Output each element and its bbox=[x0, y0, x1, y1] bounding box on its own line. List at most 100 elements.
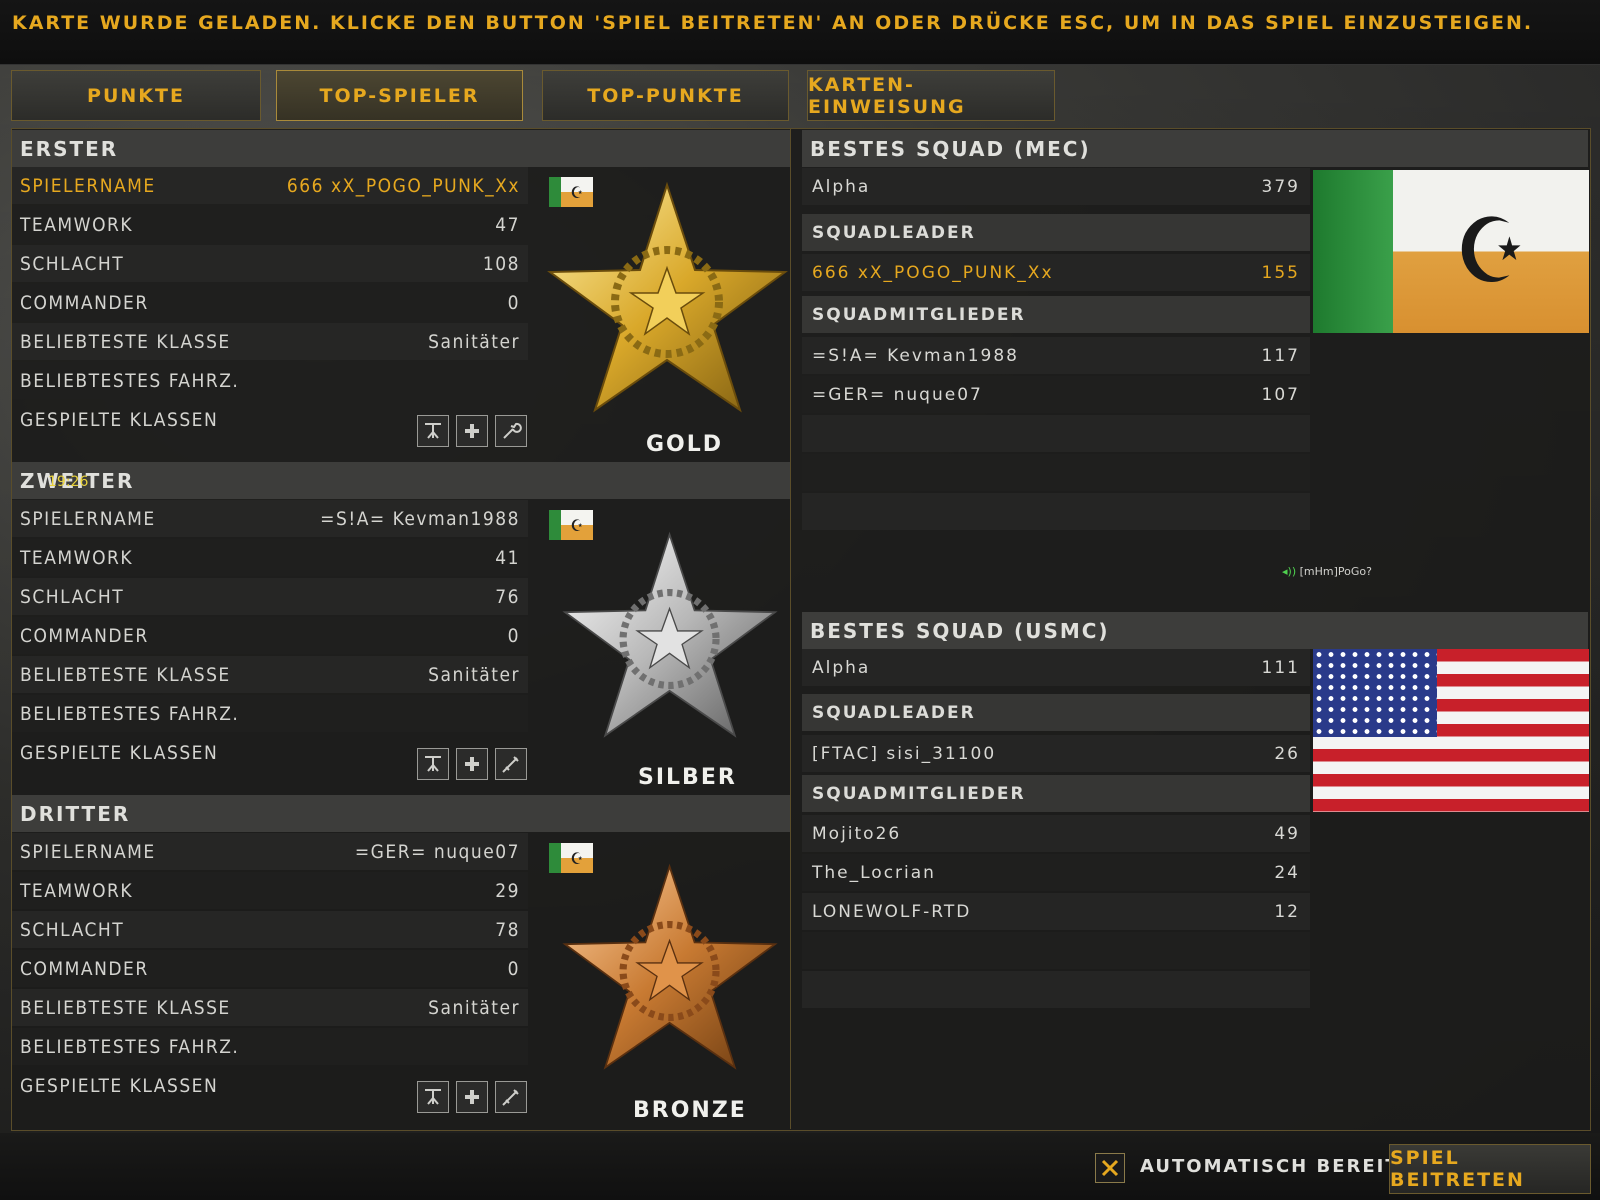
panel-divider bbox=[790, 128, 791, 1129]
squad-mec-leader-label: SQUADLEADER bbox=[802, 214, 1310, 251]
squad-usmc-member-name: LONEWOLF-RTD bbox=[812, 901, 972, 922]
label-teamwork: TEAMWORK bbox=[20, 213, 134, 236]
engineer-class-icon bbox=[417, 415, 449, 447]
player1-schlacht: 108 bbox=[482, 252, 520, 275]
player3-klasse-row: BELIEBTESTE KLASSE Sanitäter bbox=[12, 989, 528, 1026]
usa-flag-icon bbox=[1313, 649, 1589, 812]
squad-mec-name-row: Alpha 379 bbox=[802, 168, 1310, 205]
label-fahrz: BELIEBTESTES FAHRZ. bbox=[20, 369, 240, 392]
squad-mec-member-score: 107 bbox=[1261, 384, 1300, 405]
tab-top-spieler[interactable]: TOP-SPIELER bbox=[276, 70, 523, 121]
squad-usmc-heading: BESTES SQUAD (USMC) bbox=[802, 612, 1588, 649]
rank-heading-second: ZWEITER bbox=[12, 462, 790, 499]
player2-name-row: SPIELERNAME =S!A= Kevman1988 bbox=[12, 500, 528, 537]
player3-class-icons bbox=[417, 1081, 527, 1113]
label-commander: COMMANDER bbox=[20, 624, 149, 647]
player2-teamwork: 41 bbox=[495, 546, 520, 569]
engineer-class-icon bbox=[417, 748, 449, 780]
medal-label-bronze: BRONZE bbox=[633, 1098, 747, 1123]
label-gespielt: GESPIELTE KLASSEN bbox=[20, 1075, 219, 1097]
player2-class-icons bbox=[417, 748, 527, 780]
squad-mec-score: 379 bbox=[1261, 176, 1300, 197]
player2-klasse-row: BELIEBTESTE KLASSE Sanitäter bbox=[12, 656, 528, 693]
squad-mec-member-row: =S!A= Kevman1988 117 bbox=[802, 337, 1310, 374]
player2-schlacht-row: SCHLACHT 76 bbox=[12, 578, 528, 615]
label-schlacht: SCHLACHT bbox=[20, 918, 125, 941]
squad-mec-members-label: SQUADMITGLIEDER bbox=[802, 296, 1310, 333]
label-spielername: SPIELERNAME bbox=[20, 507, 156, 530]
squad-mec-member-score: 117 bbox=[1261, 345, 1300, 366]
squad-usmc-score: 111 bbox=[1261, 657, 1300, 678]
label-fahrz: BELIEBTESTES FAHRZ. bbox=[20, 1035, 240, 1058]
player1-name: 666 xX_POGO_PUNK_Xx bbox=[286, 174, 520, 197]
player1-name-row: SPIELERNAME 666 xX_POGO_PUNK_Xx bbox=[12, 167, 528, 204]
medic-class-icon bbox=[456, 748, 488, 780]
medic-class-icon bbox=[456, 415, 488, 447]
player3-name: =GER= nuque07 bbox=[354, 840, 520, 863]
label-spielername: SPIELERNAME bbox=[20, 174, 156, 197]
label-commander: COMMANDER bbox=[20, 957, 149, 980]
player2-commander-row: COMMANDER 0 bbox=[12, 617, 528, 654]
player3-name-row: SPIELERNAME =GER= nuque07 bbox=[12, 833, 528, 870]
medic-class-icon bbox=[456, 1081, 488, 1113]
auto-ready-checkbox[interactable] bbox=[1095, 1153, 1125, 1183]
round-timer: 19:26 bbox=[48, 474, 89, 490]
join-game-button[interactable]: SPIEL BEITRETEN bbox=[1389, 1144, 1591, 1194]
player3-teamwork: 29 bbox=[495, 879, 520, 902]
player3-commander: 0 bbox=[507, 957, 520, 980]
player3-schlacht-row: SCHLACHT 78 bbox=[12, 911, 528, 948]
player2-fahrz-row: BELIEBTESTES FAHRZ. bbox=[12, 695, 528, 732]
tab-punkte[interactable]: PUNKTE bbox=[11, 70, 261, 121]
squad-usmc-member-name: The_Locrian bbox=[812, 862, 936, 883]
label-klasse: BELIEBTESTE KLASSE bbox=[20, 996, 231, 1019]
player2-klasse: Sanitäter bbox=[428, 663, 520, 686]
rank-heading-third: DRITTER bbox=[12, 795, 790, 832]
label-klasse: BELIEBTESTE KLASSE bbox=[20, 330, 231, 353]
player2-teamwork-row: TEAMWORK 41 bbox=[12, 539, 528, 576]
squad-usmc-member-score: 49 bbox=[1274, 823, 1300, 844]
player3-klasse: Sanitäter bbox=[428, 996, 520, 1019]
engineer-class-icon bbox=[417, 1081, 449, 1113]
medal-label-gold: GOLD bbox=[646, 432, 724, 457]
voice-speaker-name: [mHm]PoGo? bbox=[1299, 565, 1372, 578]
squad-mec-empty-row bbox=[802, 493, 1310, 530]
status-message: KARTE WURDE GELADEN. KLICKE DEN BUTTON '… bbox=[12, 12, 1534, 34]
player3-commander-row: COMMANDER 0 bbox=[12, 950, 528, 987]
player1-fahrz-row: BELIEBTESTES FAHRZ. bbox=[12, 362, 528, 399]
checkmark-x-icon bbox=[1101, 1159, 1119, 1177]
label-gespielt: GESPIELTE KLASSEN bbox=[20, 742, 219, 764]
player2-commander: 0 bbox=[507, 624, 520, 647]
squad-usmc-leader-label: SQUADLEADER bbox=[802, 694, 1310, 731]
squad-mec-empty-row bbox=[802, 454, 1310, 491]
player1-klasse: Sanitäter bbox=[428, 330, 520, 353]
player3-teamwork-row: TEAMWORK 29 bbox=[12, 872, 528, 909]
label-spielername: SPIELERNAME bbox=[20, 840, 156, 863]
rifle-class-icon bbox=[495, 1081, 527, 1113]
squad-mec-name: Alpha bbox=[812, 176, 871, 197]
squad-usmc-empty-row bbox=[802, 971, 1310, 1008]
tab-top-punkte[interactable]: TOP-PUNKTE bbox=[542, 70, 789, 121]
squad-usmc-leader-row: [FTAC] sisi_31100 26 bbox=[802, 735, 1310, 772]
player3-schlacht: 78 bbox=[495, 918, 520, 941]
player1-commander-row: COMMANDER 0 bbox=[12, 284, 528, 321]
auto-ready-label[interactable]: AUTOMATISCH BEREIT bbox=[1140, 1156, 1400, 1177]
medal-label-silber: SILBER bbox=[638, 765, 737, 790]
player1-schlacht-row: SCHLACHT 108 bbox=[12, 245, 528, 282]
squad-usmc-leader-name: [FTAC] sisi_31100 bbox=[812, 743, 997, 764]
player1-class-icons bbox=[417, 415, 527, 447]
squad-mec-leader-row: 666 xX_POGO_PUNK_Xx 155 bbox=[802, 254, 1310, 291]
top-message-bar: KARTE WURDE GELADEN. KLICKE DEN BUTTON '… bbox=[0, 0, 1600, 65]
player3-fahrz-row: BELIEBTESTES FAHRZ. bbox=[12, 1028, 528, 1065]
squad-usmc-member-row: LONEWOLF-RTD 12 bbox=[802, 893, 1310, 930]
player2-name: =S!A= Kevman1988 bbox=[320, 507, 520, 530]
player1-commander: 0 bbox=[507, 291, 520, 314]
voice-chat-indicator: ◂)) [mHm]PoGo? bbox=[1282, 565, 1372, 578]
tab-karten-einweisung[interactable]: KARTEN-EINWEISUNG bbox=[807, 70, 1055, 121]
squad-usmc-member-name: Mojito26 bbox=[812, 823, 902, 844]
label-fahrz: BELIEBTESTES FAHRZ. bbox=[20, 702, 240, 725]
player1-teamwork: 47 bbox=[495, 213, 520, 236]
squad-mec-leader-score: 155 bbox=[1261, 262, 1300, 283]
squad-mec-leader-name: 666 xX_POGO_PUNK_Xx bbox=[812, 262, 1054, 283]
mec-flag-icon: ☪ bbox=[1313, 170, 1589, 333]
squad-mec-member-name: =S!A= Kevman1988 bbox=[812, 345, 1019, 366]
